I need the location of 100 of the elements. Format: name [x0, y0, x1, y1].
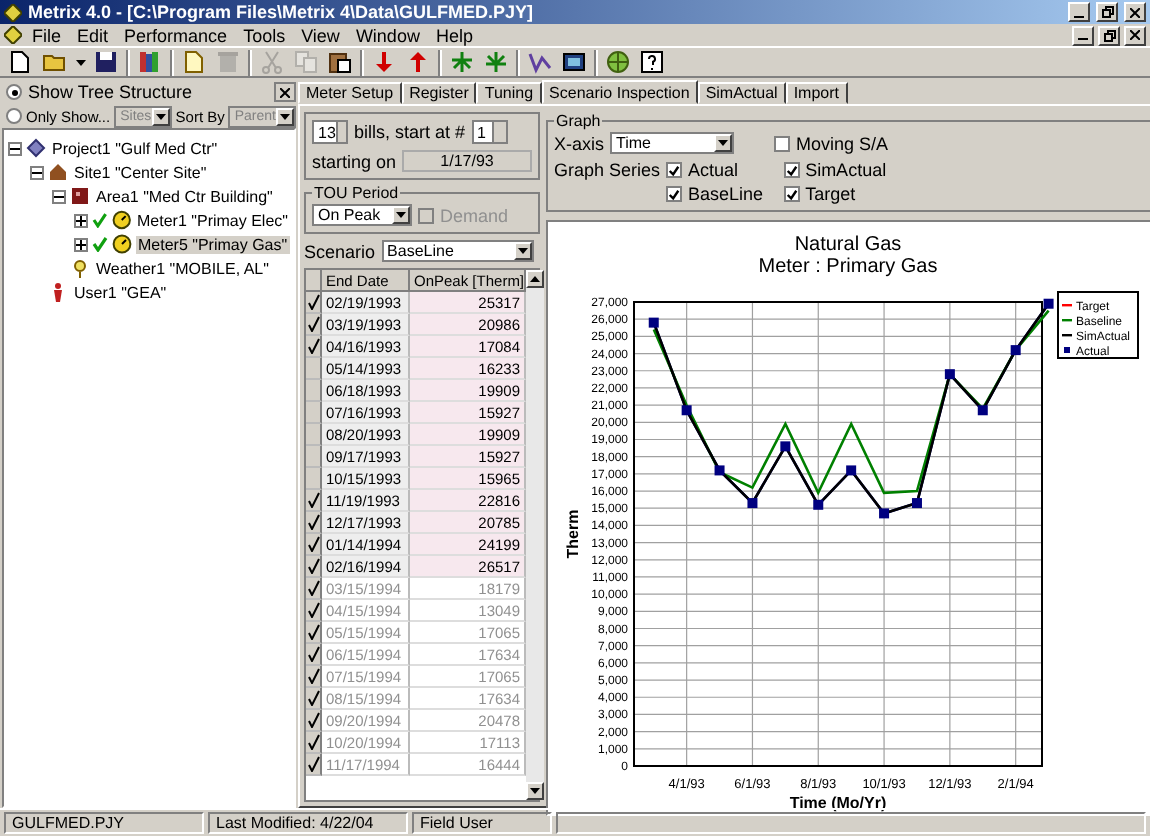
menu-item[interactable]: File — [26, 25, 68, 45]
tree-item[interactable]: Weather1 "MOBILE, AL" — [94, 259, 271, 277]
toolbar-button[interactable] — [560, 48, 588, 76]
status-text: Field User — [412, 812, 552, 834]
tree-item[interactable]: Site1 "Center Site" — [72, 163, 209, 181]
checkbox-label: Actual — [688, 160, 739, 180]
point — [648, 317, 659, 328]
checkbox[interactable] — [666, 162, 683, 178]
point — [911, 498, 922, 509]
checkbox-label: Moving S/A — [796, 133, 889, 153]
collapse-icon[interactable] — [8, 141, 22, 155]
row-checkbox[interactable] — [306, 512, 322, 534]
checkbox[interactable] — [783, 186, 800, 202]
menu-item[interactable]: Help — [429, 25, 479, 45]
row-checkbox[interactable] — [306, 446, 322, 468]
row-checkbox[interactable] — [306, 732, 322, 754]
building-icon — [70, 186, 90, 206]
close-icon — [1130, 30, 1140, 40]
row-checkbox[interactable] — [306, 644, 322, 666]
row-checkbox[interactable] — [306, 622, 322, 644]
down-arrow-icon — [530, 788, 541, 794]
open-folder-icon — [42, 50, 66, 74]
dropdown[interactable]: On Peak — [312, 204, 412, 226]
number-spinner[interactable]: 13 — [312, 120, 348, 144]
tree-item[interactable]: Meter1 "Primay Elec" — [135, 211, 290, 229]
plot-icon — [528, 50, 552, 74]
tab[interactable]: Tuning — [476, 82, 542, 104]
checkbox-label: BaseLine — [688, 184, 764, 204]
expand-icon[interactable] — [74, 213, 88, 227]
status-text: Last Modified: 4/22/04 — [208, 812, 408, 834]
menu-item[interactable]: View — [295, 25, 346, 45]
row-checkbox[interactable] — [306, 402, 322, 424]
expand-icon[interactable] — [74, 237, 88, 251]
person-icon — [48, 282, 68, 302]
toolbar-button[interactable] — [326, 48, 354, 76]
point — [747, 498, 758, 509]
menu-item[interactable]: Performance — [118, 25, 234, 45]
tab[interactable]: Import — [785, 82, 847, 104]
restore-button[interactable] — [1096, 2, 1118, 22]
radio-button[interactable] — [6, 84, 22, 100]
row-checkbox[interactable] — [306, 424, 322, 446]
row-checkbox[interactable] — [306, 754, 322, 776]
collapse-icon[interactable] — [52, 189, 66, 203]
row-checkbox[interactable] — [306, 292, 322, 314]
scroll-down-button[interactable] — [526, 782, 545, 800]
row-checkbox[interactable] — [306, 468, 322, 490]
row-checkbox[interactable] — [306, 534, 322, 556]
restore-icon — [1101, 6, 1113, 18]
caret-icon — [714, 134, 733, 152]
checkbox-label: Target — [805, 184, 856, 204]
point — [1010, 345, 1021, 356]
row-checkbox[interactable] — [306, 314, 322, 336]
row-checkbox[interactable] — [306, 336, 322, 358]
tree-item[interactable]: Meter5 "Primay Gas" — [136, 235, 290, 253]
menu-item[interactable]: Tools — [237, 25, 292, 45]
row-checkbox[interactable] — [306, 578, 322, 600]
x-axis-title: Time (Mo/Yr) — [789, 794, 887, 812]
checkbox-label: SimActual — [805, 160, 887, 180]
checkbox[interactable] — [774, 135, 791, 151]
checkbox[interactable] — [666, 186, 683, 202]
row-checkbox[interactable] — [306, 380, 322, 402]
toolbar-button[interactable] — [6, 48, 34, 76]
menu-item[interactable]: Edit — [71, 25, 115, 45]
row-checkbox[interactable] — [306, 600, 322, 622]
row-checkbox[interactable] — [306, 358, 322, 380]
minimize-button[interactable] — [1068, 2, 1090, 22]
collapse-icon[interactable] — [30, 165, 44, 179]
restore-button[interactable] — [1098, 25, 1120, 45]
toolbar-button[interactable] — [92, 48, 120, 76]
minimize-button[interactable] — [1072, 25, 1094, 45]
tree-item[interactable]: User1 "GEA" — [72, 283, 169, 301]
restore-icon — [1103, 29, 1115, 41]
row-checkbox[interactable] — [306, 666, 322, 688]
row-checkbox[interactable] — [306, 490, 322, 512]
date-field: 1/17/93 — [402, 150, 532, 172]
number-spinner[interactable]: 1 — [471, 120, 508, 144]
row-checkbox[interactable] — [306, 710, 322, 732]
scroll-up-button[interactable] — [526, 270, 545, 288]
radio-label: Show Tree Structure — [28, 82, 193, 102]
row-checkbox[interactable] — [306, 688, 322, 710]
tab[interactable]: SimActual — [697, 82, 786, 104]
dropdown[interactable]: Time — [610, 132, 735, 154]
point — [1043, 298, 1054, 309]
dropdown[interactable]: BaseLine — [381, 240, 534, 262]
tree-item[interactable]: Area1 "Med Ctr Building" — [94, 187, 275, 205]
menu-item[interactable]: Window — [349, 25, 426, 45]
tab[interactable]: Scenario Inspection — [541, 80, 698, 104]
window-title: Metrix 4.0 - [C:\Program Files\Metrix 4\Data\GULFMED.PJY] — [28, 2, 536, 22]
close-button[interactable] — [274, 82, 296, 102]
tree-item[interactable]: Project1 "Gulf Med Ctr" — [50, 139, 220, 157]
image-icon — [562, 50, 586, 74]
point — [681, 405, 692, 416]
tab[interactable]: Register — [401, 82, 477, 104]
tab[interactable]: Meter Setup — [298, 82, 402, 104]
row-checkbox[interactable] — [306, 556, 322, 578]
group-title: TOU Period — [312, 184, 401, 202]
toolbar-button[interactable] — [638, 48, 666, 76]
close-icon — [280, 87, 290, 97]
checkbox[interactable] — [783, 162, 800, 178]
trash-icon — [216, 50, 240, 74]
